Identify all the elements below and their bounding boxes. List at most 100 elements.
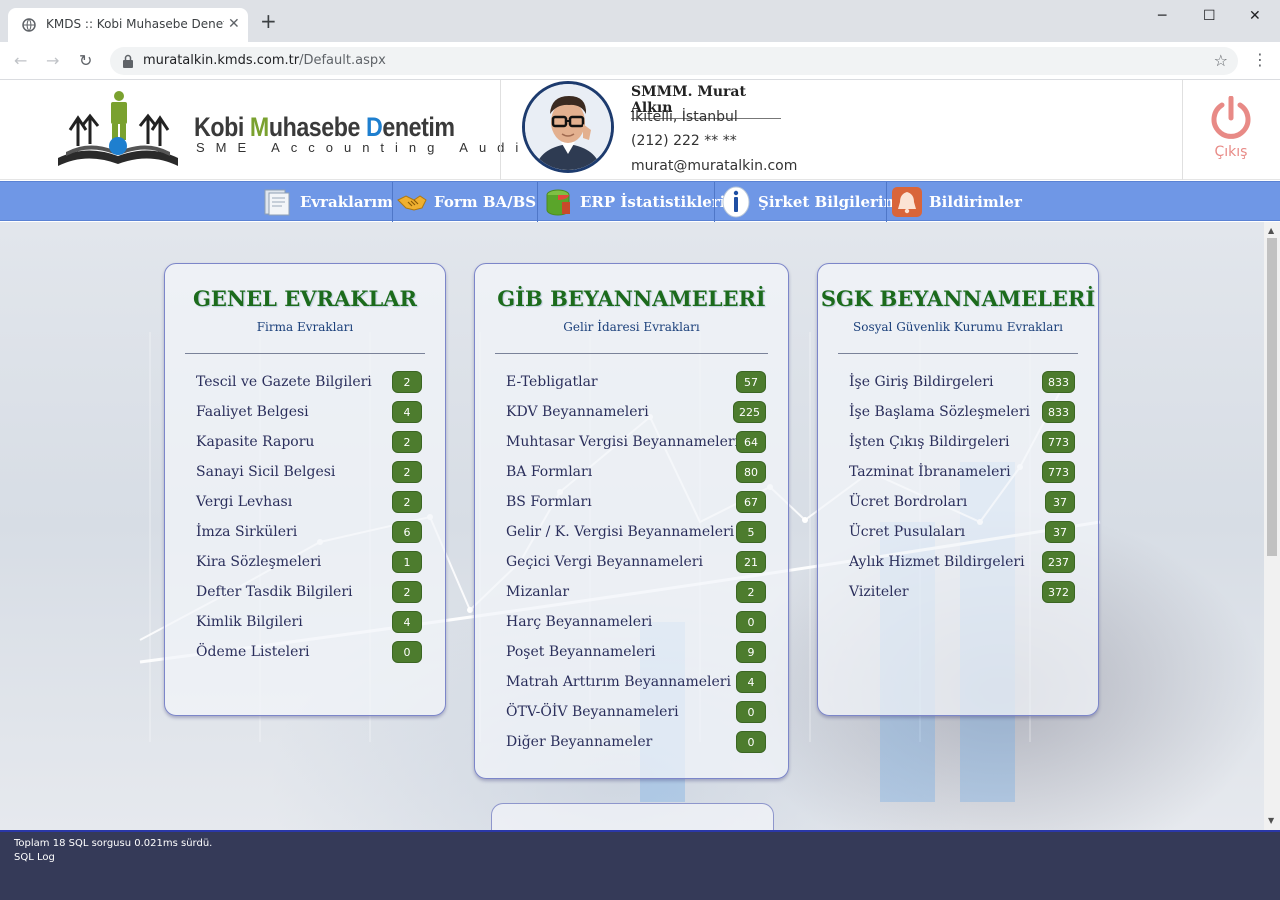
item-label: Diğer Beyannameler <box>506 734 653 750</box>
minimize-icon[interactable]: ─ <box>1158 8 1166 24</box>
list-item[interactable]: Ücret Pusulaları 37 <box>849 521 1075 545</box>
count-badge: 2 <box>392 371 422 393</box>
list-item[interactable]: Ödeme Listeleri 0 <box>196 641 422 665</box>
sql-summary: Toplam 18 SQL sorgusu 0.021ms sürdü. <box>14 838 213 849</box>
scroll-down-icon[interactable]: ▼ <box>1268 816 1274 825</box>
url-text: muratalkin.kmds.com.tr/Default.aspx <box>143 53 386 68</box>
count-badge: 37 <box>1045 491 1075 513</box>
logo-subtitle: SME Accounting Audit <box>196 140 544 155</box>
item-label: Kapasite Raporu <box>196 434 315 450</box>
count-badge: 833 <box>1042 401 1075 423</box>
panel-divider <box>838 353 1078 354</box>
list-item[interactable]: BA Formları 80 <box>506 461 766 485</box>
list-item[interactable]: Aylık Hizmet Bildirgeleri 237 <box>849 551 1075 575</box>
count-badge: 0 <box>736 701 766 723</box>
stats-icon <box>546 189 570 216</box>
main-nav: Evraklarım Form BA/BS ERP İstatistikleri… <box>0 181 1280 222</box>
list-item[interactable]: Poşet Beyannameleri 9 <box>506 641 766 665</box>
list-item[interactable]: Faaliyet Belgesi 4 <box>196 401 422 425</box>
item-label: Sanayi Sicil Belgesi <box>196 464 336 480</box>
item-label: Tazminat İbranameleri <box>849 464 1011 480</box>
close-window-icon[interactable]: ✕ <box>1249 8 1261 24</box>
list-item[interactable]: KDV Beyannameleri 225 <box>506 401 766 425</box>
page-header: Kobi Muhasebe Denetim SME Accounting Aud… <box>0 80 1280 180</box>
item-label: Kimlik Bilgileri <box>196 614 303 630</box>
list-item[interactable]: Harç Beyannameleri 0 <box>506 611 766 635</box>
logo-text-part: enetim <box>382 112 455 142</box>
scroll-up-icon[interactable]: ▲ <box>1268 226 1274 235</box>
nav-item-sirket-bilgilerim[interactable]: Şirket Bilgilerim <box>720 182 900 222</box>
logo-text-part: M <box>249 112 269 142</box>
list-item[interactable]: Matrah Arttırım Beyannameleri 4 <box>506 671 766 695</box>
list-item[interactable]: Muhtasar Vergisi Beyannameleri 64 <box>506 431 766 455</box>
item-label: E-Tebligatlar <box>506 374 598 390</box>
debug-footer: Toplam 18 SQL sorgusu 0.021ms sürdü. SQL… <box>0 830 1280 900</box>
nav-item-evraklarim[interactable]: Evraklarım <box>262 182 393 222</box>
list-item[interactable]: Gelir / K. Vergisi Beyannameleri 5 <box>506 521 766 545</box>
forward-arrow-icon[interactable]: → <box>46 51 59 70</box>
item-label: Mizanlar <box>506 584 570 600</box>
close-tab-icon[interactable]: ✕ <box>228 16 240 32</box>
user-email[interactable]: murat@muratalkin.com <box>631 158 797 174</box>
new-tab-button[interactable]: + <box>260 11 277 31</box>
browser-menu-icon[interactable]: ⋮ <box>1252 50 1268 69</box>
nav-item-erp-istatistikleri[interactable]: ERP İstatistikleri <box>542 182 725 222</box>
list-item[interactable]: Kira Sözleşmeleri 1 <box>196 551 422 575</box>
folder-icon <box>264 189 290 216</box>
list-item[interactable]: İmza Sirküleri 6 <box>196 521 422 545</box>
list-item[interactable]: Sanayi Sicil Belgesi 2 <box>196 461 422 485</box>
item-label: Ödeme Listeleri <box>196 644 310 660</box>
panel-sgk-beyannameleri: SGK BEYANNAMELERİ Sosyal Güvenlik Kurumu… <box>817 263 1099 716</box>
list-item[interactable]: Tescil ve Gazete Bilgileri 2 <box>196 371 422 395</box>
back-arrow-icon[interactable]: ← <box>14 51 27 70</box>
list-item[interactable]: İşe Başlama Sözleşmeleri 833 <box>849 401 1075 425</box>
item-label: Faaliyet Belgesi <box>196 404 309 420</box>
logo[interactable]: Kobi Muhasebe Denetim SME Accounting Aud… <box>56 90 533 170</box>
nav-label: Form BA/BS <box>434 193 537 211</box>
panel-subtitle: Firma Evrakları <box>256 320 354 334</box>
list-item[interactable]: Geçici Vergi Beyannameleri 21 <box>506 551 766 575</box>
list-item[interactable]: Viziteler 372 <box>849 581 1075 605</box>
logout-label: Çıkış <box>1214 144 1248 160</box>
logout-button[interactable]: Çıkış <box>1200 95 1262 166</box>
user-location: İkitelli, İstanbul <box>631 109 738 125</box>
list-item[interactable]: Mizanlar 2 <box>506 581 766 605</box>
item-label: İşe Başlama Sözleşmeleri <box>849 404 1031 420</box>
list-item[interactable]: Tazminat İbranameleri 773 <box>849 461 1075 485</box>
count-badge: 4 <box>392 401 422 423</box>
count-badge: 1 <box>392 551 422 573</box>
maximize-icon[interactable]: ☐ <box>1203 8 1216 24</box>
user-photo-icon <box>525 84 611 170</box>
lock-icon <box>123 54 133 68</box>
list-item[interactable]: Defter Tasdik Bilgileri 2 <box>196 581 422 605</box>
logo-mark-icon <box>58 91 178 166</box>
item-label: Poşet Beyannameleri <box>506 644 656 660</box>
list-item[interactable]: Kimlik Bilgileri 4 <box>196 611 422 635</box>
nav-item-form-babs[interactable]: Form BA/BS <box>396 182 536 222</box>
sql-log-link[interactable]: SQL Log <box>14 852 55 863</box>
panel-divider <box>185 353 425 354</box>
list-item[interactable]: Kapasite Raporu 2 <box>196 431 422 455</box>
nav-label: Evraklarım <box>300 193 394 211</box>
list-item[interactable]: İşe Giriş Bildirgeleri 833 <box>849 371 1075 395</box>
dashboard-content: GENEL EVRAKLAR Firma Evrakları Tescil ve… <box>0 222 1264 830</box>
panel-title: SGK BEYANNAMELERİ <box>820 286 1096 311</box>
list-item[interactable]: ÖTV-ÖİV Beyannameleri 0 <box>506 701 766 725</box>
nav-separator <box>714 182 715 222</box>
scroll-thumb[interactable] <box>1267 238 1277 556</box>
list-item[interactable]: Ücret Bordroları 37 <box>849 491 1075 515</box>
address-bar[interactable]: muratalkin.kmds.com.tr/Default.aspx ☆ <box>110 47 1238 75</box>
list-item[interactable]: E-Tebligatlar 57 <box>506 371 766 395</box>
count-badge: 57 <box>736 371 766 393</box>
page-scrollbar[interactable]: ▲ ▼ <box>1264 222 1280 830</box>
bookmark-star-icon[interactable]: ☆ <box>1214 51 1228 70</box>
count-badge: 773 <box>1042 431 1075 453</box>
browser-tab[interactable]: KMDS :: Kobi Muhasebe Denetim ✕ <box>8 8 248 42</box>
list-item[interactable]: İşten Çıkış Bildirgeleri 773 <box>849 431 1075 455</box>
count-badge: 67 <box>736 491 766 513</box>
nav-item-bildirimler[interactable]: Bildirimler <box>891 182 1022 222</box>
list-item[interactable]: BS Formları 67 <box>506 491 766 515</box>
reload-icon[interactable]: ↻ <box>79 51 92 70</box>
list-item[interactable]: Vergi Levhası 2 <box>196 491 422 515</box>
list-item[interactable]: Diğer Beyannameler 0 <box>506 731 766 755</box>
